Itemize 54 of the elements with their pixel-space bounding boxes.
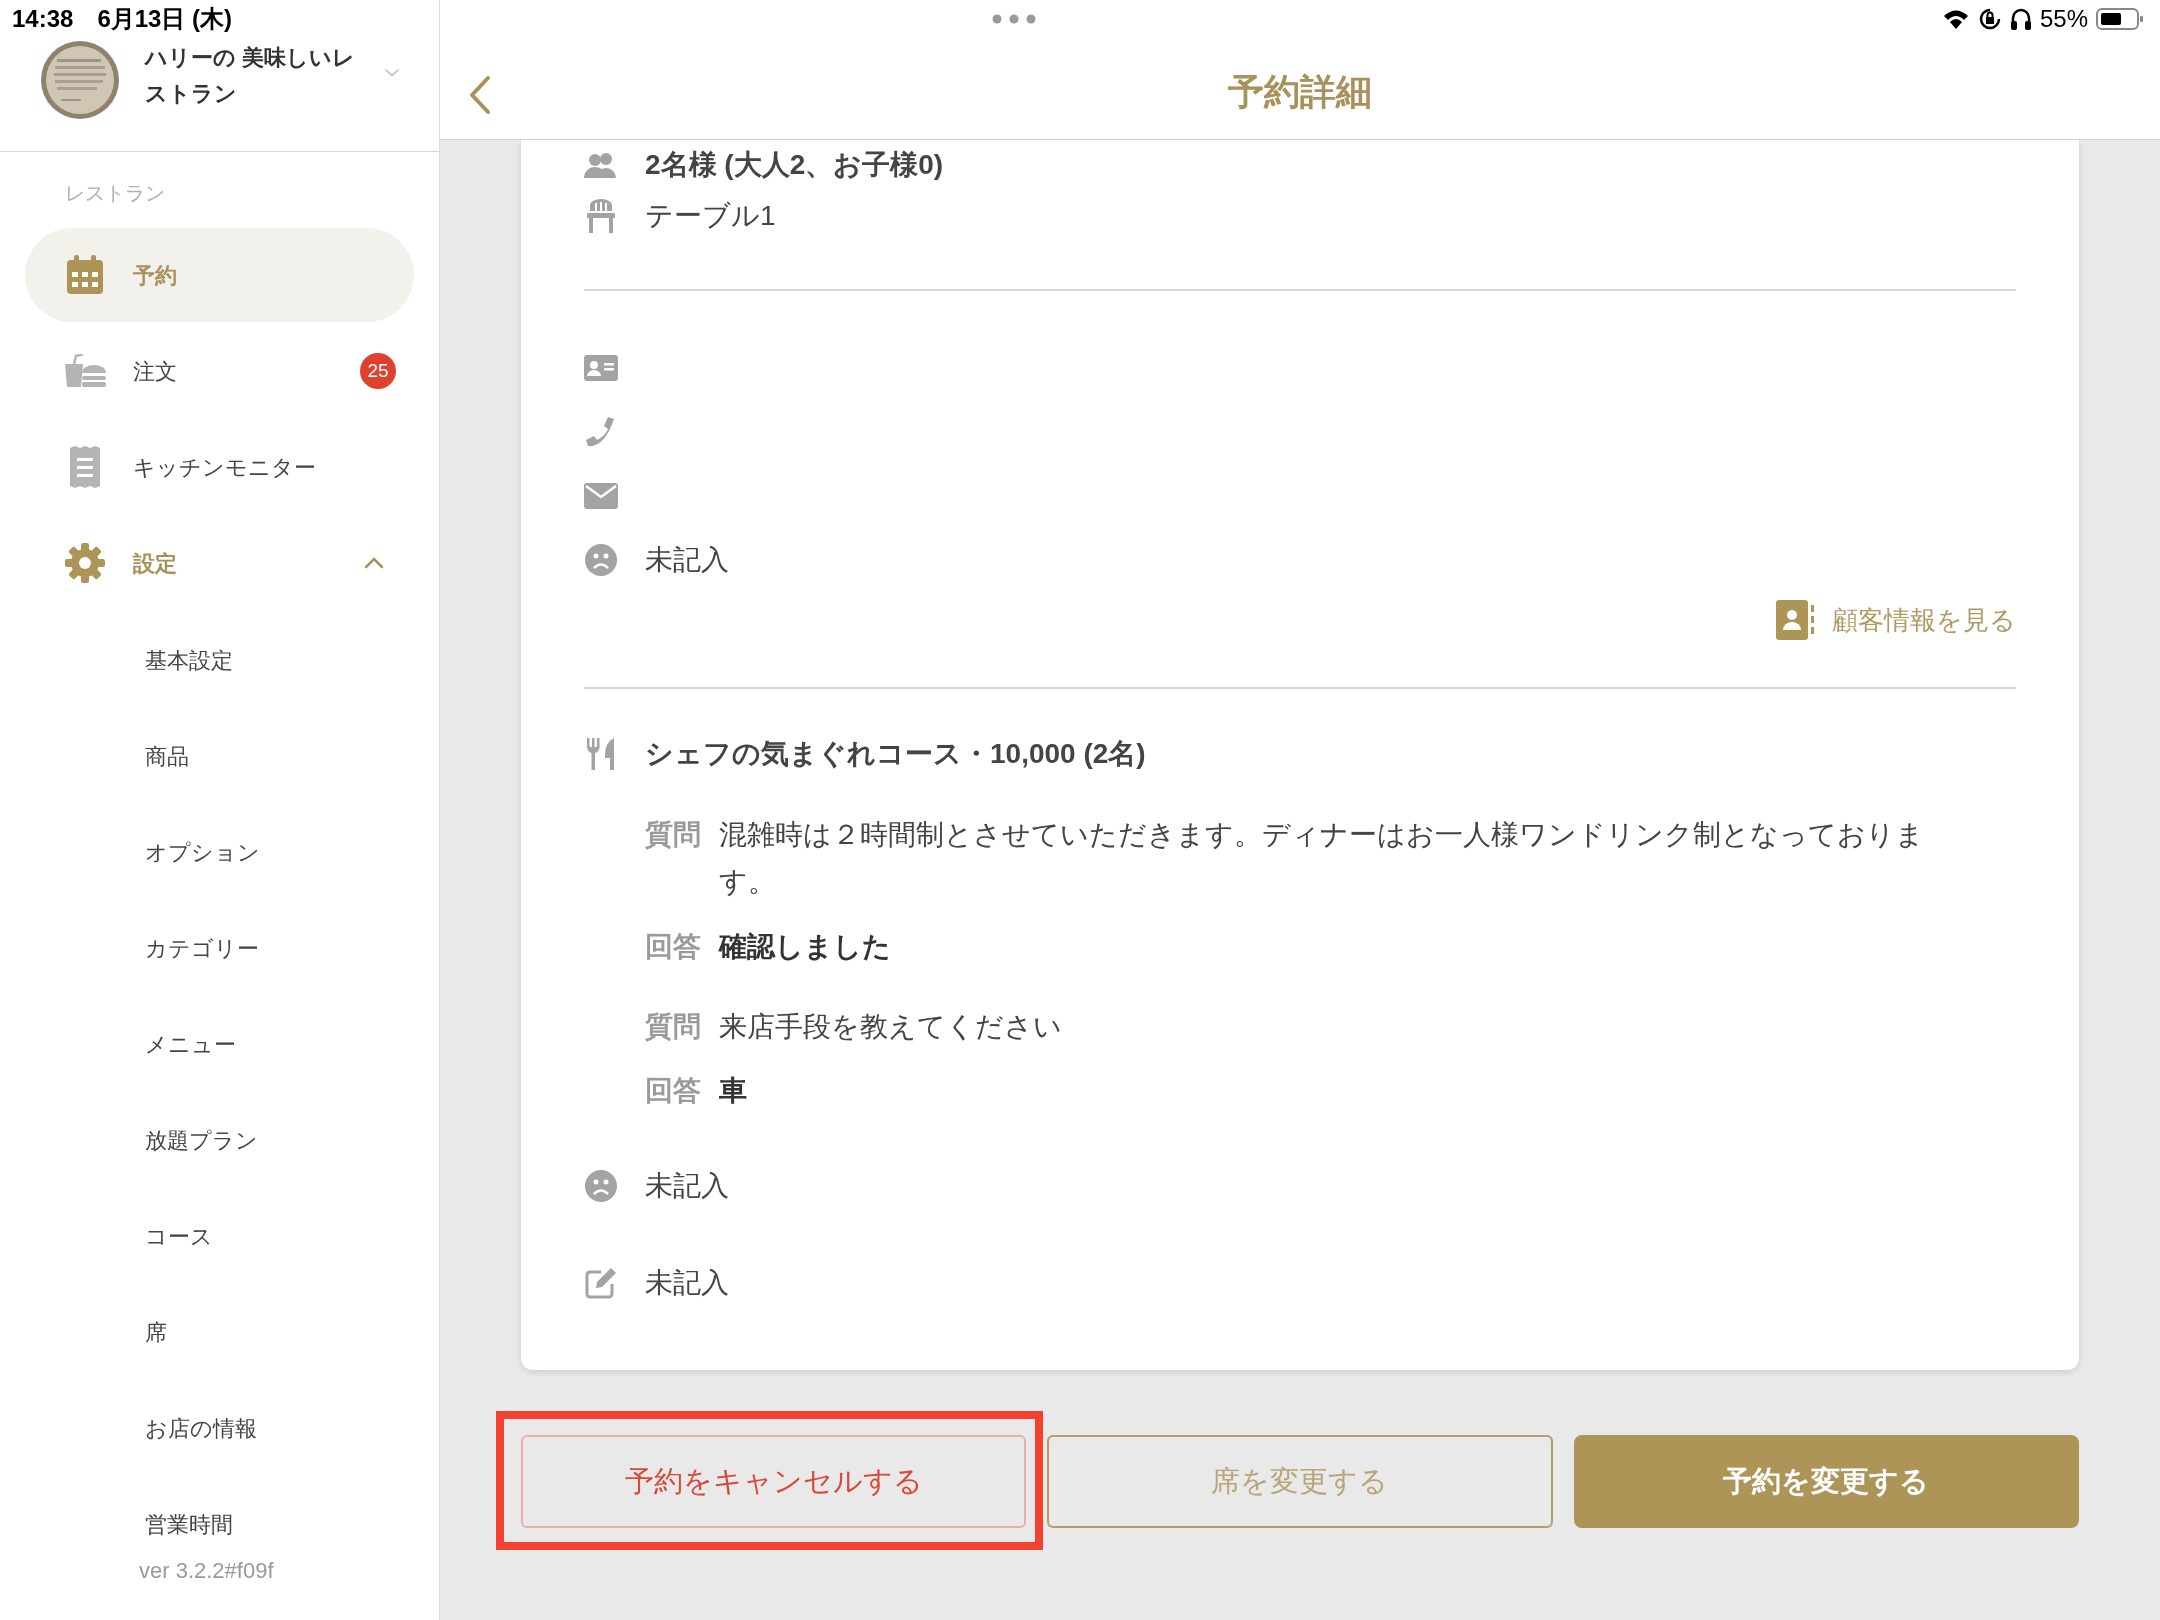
headphones-icon <box>2009 7 2032 31</box>
answer-label: 回答 <box>645 1074 701 1108</box>
rotation-lock-icon <box>1977 7 2002 31</box>
submenu-item[interactable]: 席 <box>145 1315 167 1349</box>
question-text: 来店手段を教えてください <box>719 1010 1063 1044</box>
sad-face-icon <box>585 1170 617 1202</box>
question-label: 質問 <box>645 818 701 852</box>
submenu-item[interactable]: お店の情報 <box>145 1411 257 1445</box>
info-text: テーブル1 <box>645 199 776 233</box>
envelope-icon <box>584 483 618 509</box>
restaurant-name: ハリーの 美味しいレストラン <box>145 44 357 108</box>
battery-icon <box>2096 7 2144 31</box>
answer-text: 車 <box>719 1074 747 1108</box>
submenu-item[interactable]: 放題プラン <box>145 1123 258 1157</box>
section-label: レストラン <box>65 181 165 206</box>
question-label: 質問 <box>645 1010 701 1044</box>
answer-label: 回答 <box>645 930 701 964</box>
submenu-item[interactable]: コース <box>145 1219 213 1253</box>
id-card-icon <box>584 355 618 381</box>
receipt-icon <box>70 446 100 488</box>
submenu-item[interactable]: 基本設定 <box>145 643 233 677</box>
drink-and-burger-icon <box>64 354 106 388</box>
submenu-item[interactable]: オプション <box>145 835 260 869</box>
more-dots-icon[interactable] <box>991 14 1036 24</box>
question-text: 混雑時は２時間制とさせていただきます。ディナーはお一人様ワンドリンク制となっております。 <box>719 818 1925 899</box>
sidebar-item[interactable]: 注文 25 <box>25 324 414 418</box>
info-text: 未記入 <box>645 1169 729 1203</box>
submenu-item[interactable]: 商品 <box>145 739 189 773</box>
version-label: ver 3.2.2#f09f <box>139 1557 274 1585</box>
settings-icon <box>65 543 105 583</box>
people-icon <box>584 152 618 178</box>
notification-badge: 25 <box>360 353 396 389</box>
calendar-icon <box>66 255 104 295</box>
chair-icon <box>587 199 615 233</box>
chevron-up-icon[interactable] <box>364 557 384 569</box>
page-title: 予約詳細 <box>1228 70 1372 114</box>
sad-face-icon <box>585 544 617 576</box>
cutlery-icon <box>586 738 616 770</box>
status-time: 14:38 <box>12 4 74 34</box>
phone-icon <box>585 416 617 448</box>
sidebar-item[interactable]: キッチンモニター <box>25 420 414 514</box>
status-date: 6月13日 (木) <box>97 4 233 34</box>
course-title: シェフの気まぐれコース・10,000 (2名) <box>645 737 1146 771</box>
party-size: 2名様 (大人2、お子様0) <box>645 148 944 182</box>
submenu-item[interactable]: メニュー <box>145 1027 236 1061</box>
contact-book-icon <box>1776 600 1814 640</box>
edit-icon <box>585 1267 617 1299</box>
battery-percentage: 55% <box>2039 4 2088 34</box>
answer-text: 確認しました <box>719 930 891 964</box>
info-text: 未記入 <box>645 1266 729 1300</box>
back-icon[interactable] <box>468 75 492 115</box>
submenu-item[interactable]: 営業時間 <box>145 1507 233 1541</box>
submenu-item[interactable]: カテゴリー <box>145 931 259 965</box>
info-text: 未記入 <box>645 543 729 577</box>
